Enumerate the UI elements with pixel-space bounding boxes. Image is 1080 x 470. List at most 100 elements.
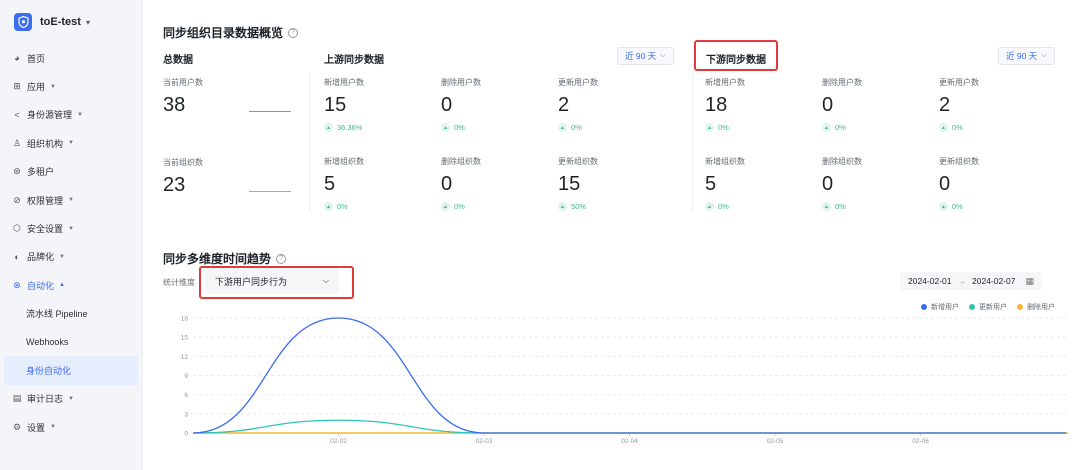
stat-card: 新增组织数 5 ▲ 0% [705, 156, 745, 211]
tenant-icon: ⊛ [13, 166, 21, 177]
sidebar-item-label: 设置 [27, 422, 46, 433]
trend-title-text: 同步多维度时间趋势 [163, 252, 272, 266]
sidebar-item[interactable]: ⊞ 应用 ▼ [0, 72, 142, 100]
trend-up-icon: ▲ [324, 123, 333, 132]
date-start[interactable]: 2024-02-01 [908, 276, 951, 286]
sidebar-item-label: 安全设置 [27, 224, 64, 235]
dimension-select[interactable]: 下游用户同步行为 ⌵ [205, 268, 339, 294]
trend-up-icon: ▲ [822, 123, 831, 132]
y-tick-label: 6 [184, 392, 188, 399]
sidebar-item[interactable]: ◕ 首页 [0, 44, 142, 72]
stat-change: ▲ 0% [441, 123, 481, 132]
sidebar-item[interactable]: ♙ 组织机构 ▼ [0, 129, 142, 157]
stat-value: 5 [705, 173, 717, 195]
date-end[interactable]: 2024-02-07 [972, 276, 1015, 286]
stat-change-value: 0% [952, 123, 963, 132]
x-tick-label: 02-05 [767, 438, 784, 445]
stat-label: 删除用户数 [441, 78, 481, 87]
stat-value: 0 [441, 94, 453, 116]
gear-icon: ⚙ [12, 421, 22, 432]
audit-icon: ▤ [12, 393, 22, 404]
stat-label: 更新用户数 [939, 78, 979, 87]
stat-value: 38 [163, 94, 186, 116]
date-range-picker[interactable]: 2024-02-01 → 2024-02-07 ▦ [900, 272, 1042, 290]
downstream-range-select[interactable]: 近 90 天 ⌵ [998, 47, 1055, 65]
stat-label: 新增组织数 [324, 157, 364, 166]
stat-card: 更新用户数 2 ▲ 0% [558, 77, 598, 132]
sidebar-item-label: Webhooks [26, 337, 69, 348]
stat-change: ▲ 0% [939, 202, 979, 211]
series-line [192, 419, 1066, 434]
trend-up-icon: ▲ [324, 202, 333, 211]
sidebar-item[interactable]: ⊗ 自动化 ▲ [0, 271, 142, 299]
trend-up-icon: ▲ [558, 123, 567, 132]
upstream-range-select[interactable]: 近 90 天 ⌵ [617, 47, 674, 65]
stat-change-value: 0% [835, 202, 846, 211]
app-switcher[interactable]: toE-test ▾ [0, 0, 142, 44]
main-content: 同步组织目录数据概览 ? 总数据 当前用户数 38 当前组织数 23 上游同步数… [143, 0, 1080, 470]
sidebar-item[interactable]: 流水线 Pipeline [0, 300, 142, 328]
permission-icon: ⊘ [13, 194, 21, 205]
calendar-icon[interactable]: ▦ [1025, 276, 1034, 287]
sidebar-item[interactable]: ⚙ 设置 ▼ [0, 413, 142, 441]
y-tick-label: 0 [184, 431, 188, 438]
sidebar-item[interactable]: ▤ 审计日志 ▼ [0, 385, 142, 413]
stat-card: 更新用户数 2 ▲ 0% [939, 77, 979, 132]
stat-value: 2 [558, 94, 570, 116]
chevron-down-icon: ▼ [77, 111, 83, 118]
trend-title: 同步多维度时间趋势 ? [163, 250, 287, 267]
sidebar-item-label: 多租户 [27, 167, 55, 178]
chevron-down-icon: ▼ [50, 83, 56, 90]
chevron-down-icon: ▾ [85, 17, 90, 27]
stat-label: 删除组织数 [441, 157, 481, 166]
chevron-down-icon: ▼ [68, 197, 74, 204]
stat-card: 更新组织数 0 ▲ 0% [939, 156, 979, 211]
sidebar-item[interactable]: 身份自动化 [4, 356, 138, 385]
pie-chart-icon: ◕ [14, 53, 20, 64]
y-tick-label: 18 [181, 316, 189, 323]
stat-change: ▲ 0% [822, 123, 862, 132]
stat-change-value: 36.36% [337, 123, 363, 132]
sidebar-item-label: 品牌化 [27, 252, 55, 263]
trend-up-icon: ▲ [705, 202, 714, 211]
sidebar-item[interactable]: < 身份源管理 ▼ [0, 101, 142, 129]
sidebar-item-label: 权限管理 [27, 195, 64, 206]
sidebar-item[interactable]: ⬡ 安全设置 ▼ [0, 214, 142, 242]
brand-icon: ◐ [14, 251, 20, 262]
stat-value: 15 [558, 173, 581, 195]
stat-card: 删除用户数 0 ▲ 0% [822, 77, 862, 132]
chevron-down-icon: ▼ [68, 140, 74, 147]
filter-label: 统计维度 [163, 278, 195, 287]
app-name: toE-test [40, 16, 81, 28]
stat-change-value: 0% [337, 202, 348, 211]
stat-label: 更新组织数 [558, 157, 598, 166]
stat-value: 15 [324, 94, 347, 116]
y-tick-label: 9 [184, 373, 188, 380]
users-sparkline [249, 111, 291, 112]
sidebar-item[interactable]: Webhooks [0, 328, 142, 356]
divider [309, 72, 310, 212]
stat-change: ▲ 0% [441, 202, 481, 211]
help-icon[interactable]: ? [276, 253, 287, 264]
stat-card: 更新组织数 15 ▲ 50% [558, 156, 598, 211]
stat-change: ▲ 0% [558, 123, 598, 132]
stat-card: 新增用户数 18 ▲ 0% [705, 77, 745, 132]
series-line [192, 317, 1066, 434]
downstream-title: 下游同步数据 [706, 55, 766, 66]
overview-title: 同步组织目录数据概览 ? [163, 24, 299, 41]
trend-up-icon: ▲ [441, 202, 450, 211]
stat-value: 23 [163, 174, 186, 196]
chevron-down-icon: ⌵ [1041, 52, 1047, 59]
sidebar-item[interactable]: ◐ 品牌化 ▼ [0, 243, 142, 271]
sidebar-item[interactable]: ⊘ 权限管理 ▼ [0, 186, 142, 214]
help-icon[interactable]: ? [288, 27, 299, 38]
stat-value: 0 [939, 173, 951, 195]
stat-card: 新增组织数 5 ▲ 0% [324, 156, 364, 211]
stat-value: 0 [441, 173, 453, 195]
sidebar-item[interactable]: ⊛ 多租户 [0, 158, 142, 186]
stat-change-value: 0% [454, 202, 465, 211]
stat-label: 新增用户数 [324, 78, 364, 87]
stat-label: 更新用户数 [558, 78, 598, 87]
stat-change-value: 0% [952, 202, 963, 211]
trend-up-icon: ▲ [558, 202, 567, 211]
